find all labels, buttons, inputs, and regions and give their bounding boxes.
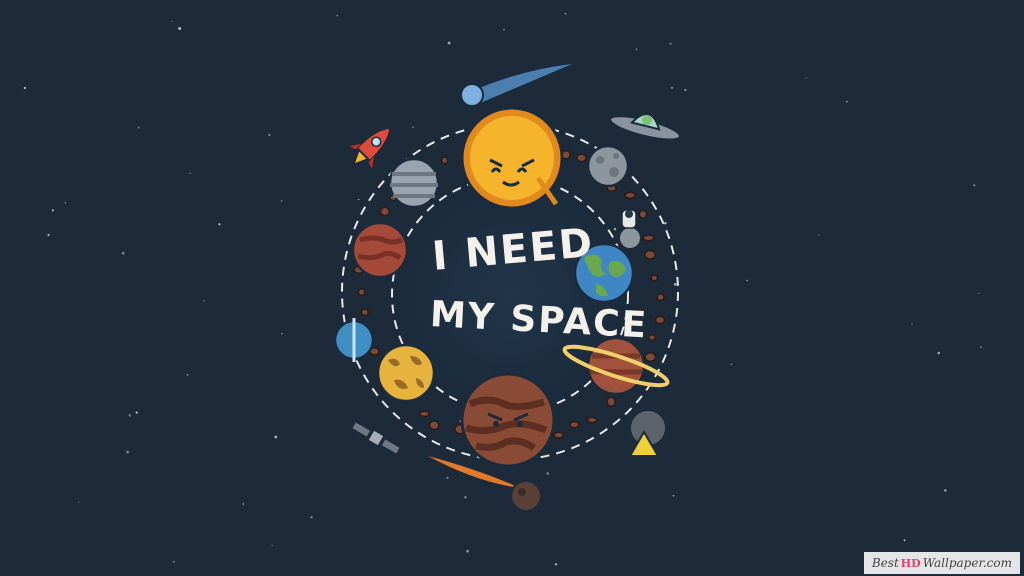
- star: [554, 563, 558, 566]
- ufo: [609, 113, 682, 141]
- star: [980, 346, 982, 349]
- star: [937, 351, 941, 355]
- star: [446, 476, 449, 479]
- star: [903, 539, 906, 542]
- star: [280, 200, 283, 202]
- star: [186, 373, 189, 376]
- watermark: Best HD Wallpaper.com: [863, 552, 1020, 574]
- star: [310, 516, 313, 519]
- planet-yellow-spotted: [376, 343, 436, 403]
- rocket: [349, 126, 392, 169]
- star: [730, 363, 733, 366]
- star: [503, 28, 505, 31]
- star: [64, 201, 67, 204]
- star: [242, 502, 245, 506]
- star: [746, 279, 748, 282]
- moon-grey: [586, 144, 630, 188]
- star: [135, 411, 138, 414]
- star: [673, 282, 677, 286]
- star: [137, 126, 140, 129]
- star: [564, 12, 567, 15]
- star: [274, 435, 278, 439]
- star: [203, 299, 205, 302]
- star: [23, 86, 27, 90]
- asteroid: [606, 396, 616, 408]
- asteroid: [418, 410, 431, 418]
- star: [171, 20, 173, 22]
- asteroid: [553, 431, 565, 439]
- star: [684, 88, 687, 92]
- asteroid: [642, 234, 655, 242]
- star: [464, 496, 467, 499]
- moon-dark-with-sign: [628, 409, 667, 457]
- asteroid: [576, 153, 587, 163]
- asteroid: [654, 315, 666, 325]
- star: [664, 221, 667, 225]
- asteroid: [440, 156, 449, 165]
- star: [546, 472, 550, 475]
- asteroid: [428, 420, 440, 431]
- asteroid: [357, 288, 366, 297]
- asteroid: [379, 206, 391, 217]
- star: [978, 292, 980, 294]
- asteroid: [638, 209, 648, 219]
- star: [670, 86, 674, 90]
- star: [336, 15, 338, 17]
- star: [268, 133, 271, 137]
- star: [126, 450, 130, 454]
- space-illustration: I NEED MY SPACE: [23, 12, 982, 566]
- asteroid: [656, 293, 665, 302]
- star: [805, 77, 808, 79]
- astronaut: [618, 209, 642, 250]
- star: [973, 184, 976, 187]
- star: [121, 251, 125, 255]
- star: [78, 501, 80, 503]
- satellite: [350, 420, 402, 456]
- star: [466, 549, 469, 553]
- asteroid: [360, 308, 369, 317]
- star: [189, 172, 191, 174]
- star: [47, 233, 50, 237]
- star: [281, 332, 283, 335]
- star: [911, 323, 913, 325]
- asteroid: [647, 333, 657, 342]
- planet-red: [351, 221, 409, 279]
- star: [447, 41, 451, 45]
- star: [613, 227, 617, 231]
- planet-angry-brown: [460, 372, 556, 468]
- star: [944, 489, 947, 492]
- asteroid: [644, 352, 657, 363]
- asteroid: [569, 420, 580, 429]
- star: [178, 27, 182, 30]
- star: [845, 100, 848, 103]
- star: [635, 48, 638, 51]
- planet-blue: [333, 318, 375, 362]
- star: [672, 494, 675, 497]
- star: [412, 126, 414, 129]
- asteroid: [644, 249, 656, 260]
- sun: [460, 106, 564, 210]
- star: [669, 42, 672, 45]
- star: [218, 223, 221, 226]
- star: [271, 544, 273, 546]
- comet-top: [460, 64, 572, 107]
- star: [358, 198, 360, 201]
- planet-grey-striped: [388, 157, 440, 209]
- star: [818, 234, 820, 236]
- star: [172, 560, 175, 563]
- watermark-prefix: Best: [871, 556, 899, 570]
- asteroid: [650, 274, 659, 282]
- star: [128, 413, 132, 417]
- watermark-suffix: Wallpaper.com: [922, 556, 1012, 570]
- star: [51, 209, 54, 212]
- asteroid: [586, 416, 598, 424]
- asteroid: [624, 191, 636, 200]
- watermark-mark: HD: [900, 556, 921, 570]
